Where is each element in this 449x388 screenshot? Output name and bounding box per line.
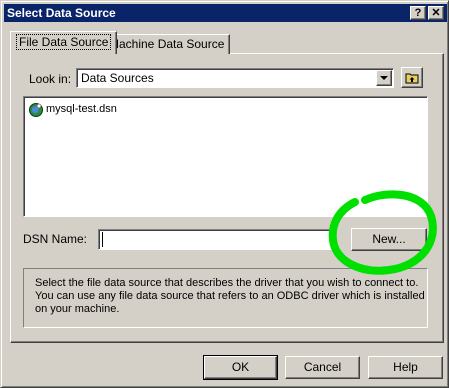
look-in-label: Look in:	[29, 72, 72, 86]
up-one-level-button[interactable]	[401, 67, 423, 88]
text-caret	[102, 232, 103, 247]
tab-machine-data-source[interactable]: Machine Data Source	[103, 34, 231, 54]
dsn-name-input[interactable]	[98, 229, 334, 250]
help-icon[interactable]: ?	[410, 6, 426, 20]
close-icon[interactable]: ✕	[428, 6, 444, 20]
tab-file-data-source[interactable]: File Data Source	[10, 31, 118, 54]
folder-up-icon	[405, 73, 419, 84]
file-name: mysql-test.dsn	[46, 103, 117, 115]
tab-label: File Data Source	[16, 34, 112, 50]
select-data-source-dialog: Select Data Source ? ✕ File Data Source …	[0, 0, 449, 388]
tab-label: Machine Data Source	[109, 37, 225, 51]
title-bar[interactable]: Select Data Source ? ✕	[4, 4, 447, 22]
description-text: Select the file data source that describ…	[35, 277, 425, 315]
ok-button[interactable]: OK	[203, 355, 278, 380]
dsn-file-icon	[29, 103, 43, 117]
new-button[interactable]: New...	[351, 228, 427, 251]
dsn-name-label: DSN Name:	[23, 232, 88, 246]
look-in-dropdown[interactable]: Data Sources	[76, 68, 394, 88]
file-list[interactable]: mysql-test.dsn	[23, 96, 428, 217]
look-in-value: Data Sources	[81, 71, 154, 85]
cancel-button[interactable]: Cancel	[285, 356, 360, 379]
window-title: Select Data Source	[7, 6, 116, 20]
help-button[interactable]: Help	[368, 356, 443, 379]
description-box: Select the file data source that describ…	[23, 268, 428, 328]
chevron-down-icon[interactable]	[376, 70, 392, 86]
